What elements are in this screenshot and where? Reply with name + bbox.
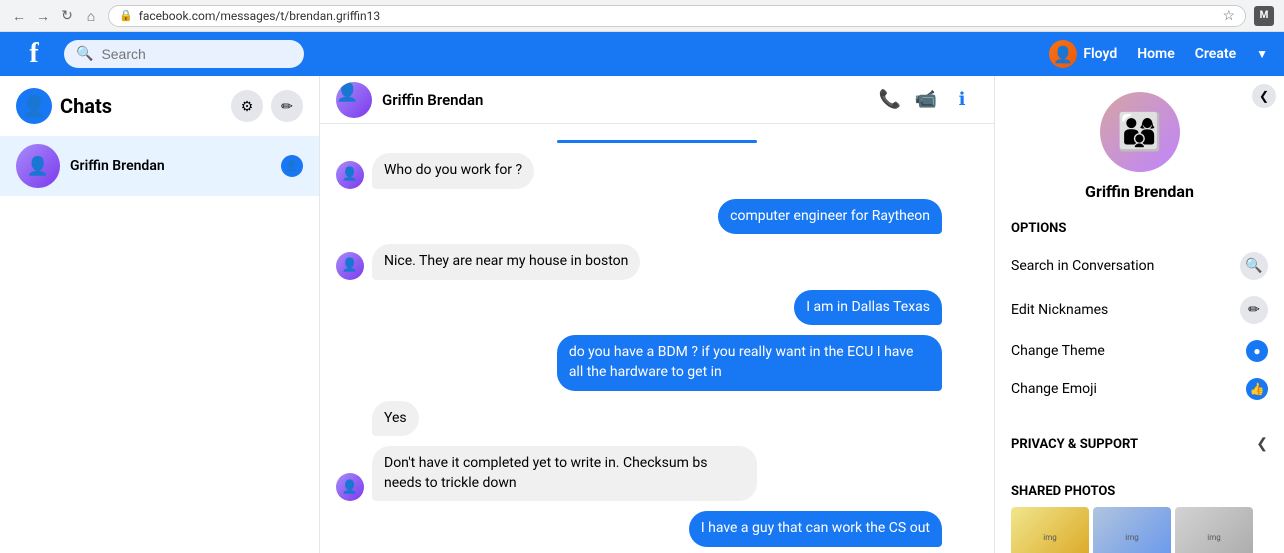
right-profile-avatar: 👨‍👩‍👦 — [1100, 92, 1180, 172]
message-row-7: 👤 Don't have it completed yet to write i… — [336, 446, 978, 501]
search-in-conversation-item[interactable]: Search in Conversation 🔍 — [995, 244, 1284, 288]
main-layout: 👤 Chats ⚙ ✏ 👤 Griffin Brendan 👤 — [0, 76, 1284, 553]
chat-area: 👤 Griffin Brendan 📞 📹 ℹ 👤 Who do you wor… — [320, 76, 994, 553]
message-row-3: 👤 Nice. They are near my house in boston — [336, 244, 978, 280]
chat-list: 👤 Griffin Brendan 👤 — [0, 136, 319, 553]
fb-profile-avatar: 👤 — [1049, 40, 1077, 68]
forward-button[interactable]: → — [34, 7, 52, 25]
sidebar-icons: ⚙ ✏ — [231, 90, 303, 122]
change-theme-label: Change Theme — [1011, 343, 1236, 359]
chat-info-griffin: Griffin Brendan — [70, 158, 271, 174]
message-bubble-1: Who do you work for ? — [372, 153, 534, 189]
home-button[interactable]: ⌂ — [82, 7, 100, 25]
privacy-chevron-icon: ❮ — [1256, 436, 1268, 452]
fb-profile-nav[interactable]: 👤 Floyd — [1049, 40, 1117, 68]
message-bubble-7: Don't have it completed yet to write in.… — [372, 446, 757, 501]
shared-photos-title: SHARED PHOTOS — [995, 480, 1284, 507]
message-bubble-4: I am in Dallas Texas — [794, 290, 942, 326]
fb-search-icon: 🔍 — [76, 46, 93, 62]
chat-header: 👤 Griffin Brendan 📞 📹 ℹ — [320, 76, 994, 124]
message-bubble-8: I have a guy that can work the CS out — [689, 511, 942, 547]
edit-nicknames-label: Edit Nicknames — [1011, 302, 1230, 318]
fb-nav-create[interactable]: Create — [1195, 46, 1236, 62]
info-button[interactable]: ℹ — [946, 84, 978, 116]
shared-photos-grid: img img img — [995, 507, 1284, 553]
right-profile-name: Griffin Brendan — [1085, 182, 1194, 201]
message-bubble-6: Yes — [372, 401, 419, 437]
bookmark-icon[interactable]: ☆ — [1222, 8, 1235, 24]
msg-avatar-incoming-3: 👤 — [336, 473, 364, 501]
phone-call-button[interactable]: 📞 — [874, 84, 906, 116]
video-call-button[interactable]: 📹 — [910, 84, 942, 116]
chat-header-icons: 📞 📹 ℹ — [874, 84, 978, 116]
shared-photo-3[interactable]: img — [1175, 507, 1253, 553]
user-avatar: 👤 — [16, 88, 52, 124]
left-sidebar: 👤 Chats ⚙ ✏ 👤 Griffin Brendan 👤 — [0, 76, 320, 553]
message-row-6: Yes — [336, 401, 978, 437]
fb-nav-home[interactable]: Home — [1137, 46, 1175, 62]
chat-header-avatar: 👤 — [336, 82, 372, 118]
message-bubble-2: computer engineer for Raytheon — [718, 199, 942, 235]
fb-profile-name: Floyd — [1083, 46, 1117, 62]
refresh-button[interactable]: ↻ — [58, 7, 76, 25]
message-row-2: computer engineer for Raytheon — [336, 199, 978, 235]
shared-photos-section: SHARED PHOTOS img img img — [995, 472, 1284, 553]
sidebar-header: 👤 Chats ⚙ ✏ — [0, 76, 319, 136]
fb-logo-letter: f — [29, 38, 38, 70]
fb-nav: 👤 Floyd Home Create ▼ — [1049, 40, 1268, 68]
url-text: facebook.com/messages/t/brendan.griffin1… — [139, 9, 380, 23]
messages-area: 👤 Who do you work for ? computer enginee… — [320, 124, 994, 553]
chat-header-name: Griffin Brendan — [382, 91, 864, 109]
sidebar-title: Chats — [60, 94, 112, 118]
right-panel-collapse-btn[interactable]: ❮ — [1252, 84, 1276, 108]
options-section: OPTIONS Search in Conversation 🔍 Edit Ni… — [995, 209, 1284, 416]
divider-line — [336, 140, 978, 143]
address-bar[interactable]: 🔒 facebook.com/messages/t/brendan.griffi… — [108, 5, 1246, 27]
chat-item-griffin[interactable]: 👤 Griffin Brendan 👤 — [0, 136, 319, 196]
change-theme-icon: ● — [1246, 340, 1268, 362]
msg-avatar-incoming-2: 👤 — [336, 252, 364, 280]
fb-search-input[interactable] — [101, 46, 281, 62]
chat-name-griffin: Griffin Brendan — [70, 158, 271, 174]
search-in-conversation-label: Search in Conversation — [1011, 258, 1230, 274]
message-bubble-3: Nice. They are near my house in boston — [372, 244, 640, 280]
facebook-logo: f — [16, 36, 52, 72]
privacy-section: PRIVACY & SUPPORT ❮ — [995, 424, 1284, 464]
fb-search-box[interactable]: 🔍 — [64, 40, 304, 68]
privacy-title: PRIVACY & SUPPORT — [1011, 437, 1138, 452]
change-theme-item[interactable]: Change Theme ● — [995, 332, 1284, 370]
message-row-8: I have a guy that can work the CS out — [336, 511, 978, 547]
back-button[interactable]: ← — [10, 7, 28, 25]
chat-avatar-griffin: 👤 — [16, 144, 60, 188]
change-emoji-label: Change Emoji — [1011, 381, 1236, 397]
message-row-4: I am in Dallas Texas — [336, 290, 978, 326]
edit-nicknames-item[interactable]: Edit Nicknames ✏ — [995, 288, 1284, 332]
change-emoji-item[interactable]: Change Emoji 👍 — [995, 370, 1284, 408]
shared-photo-1[interactable]: img — [1011, 507, 1089, 553]
compose-button[interactable]: ✏ — [271, 90, 303, 122]
lock-icon: 🔒 — [119, 9, 133, 22]
fb-nav-dropdown-icon[interactable]: ▼ — [1256, 47, 1268, 61]
change-emoji-icon: 👍 — [1246, 378, 1268, 400]
browser-nav-buttons: ← → ↻ ⌂ — [10, 7, 100, 25]
shared-photo-2[interactable]: img — [1093, 507, 1171, 553]
message-row-1: 👤 Who do you work for ? — [336, 153, 978, 189]
privacy-support-header[interactable]: PRIVACY & SUPPORT ❮ — [995, 432, 1284, 456]
facebook-header: f 🔍 👤 Floyd Home Create ▼ — [0, 32, 1284, 76]
edit-nicknames-icon: ✏ — [1240, 296, 1268, 324]
options-title: OPTIONS — [995, 217, 1284, 244]
browser-extension: M — [1254, 6, 1274, 26]
search-in-conversation-icon: 🔍 — [1240, 252, 1268, 280]
settings-button[interactable]: ⚙ — [231, 90, 263, 122]
msg-avatar-incoming: 👤 — [336, 161, 364, 189]
browser-bar: ← → ↻ ⌂ 🔒 facebook.com/messages/t/brenda… — [0, 0, 1284, 32]
chat-item-indicator: 👤 — [281, 155, 303, 177]
right-panel: ❮ 👨‍👩‍👦 Griffin Brendan OPTIONS Search i… — [994, 76, 1284, 553]
message-bubble-5: do you have a BDM ? if you really want i… — [557, 335, 942, 390]
message-row-5: do you have a BDM ? if you really want i… — [336, 335, 978, 390]
